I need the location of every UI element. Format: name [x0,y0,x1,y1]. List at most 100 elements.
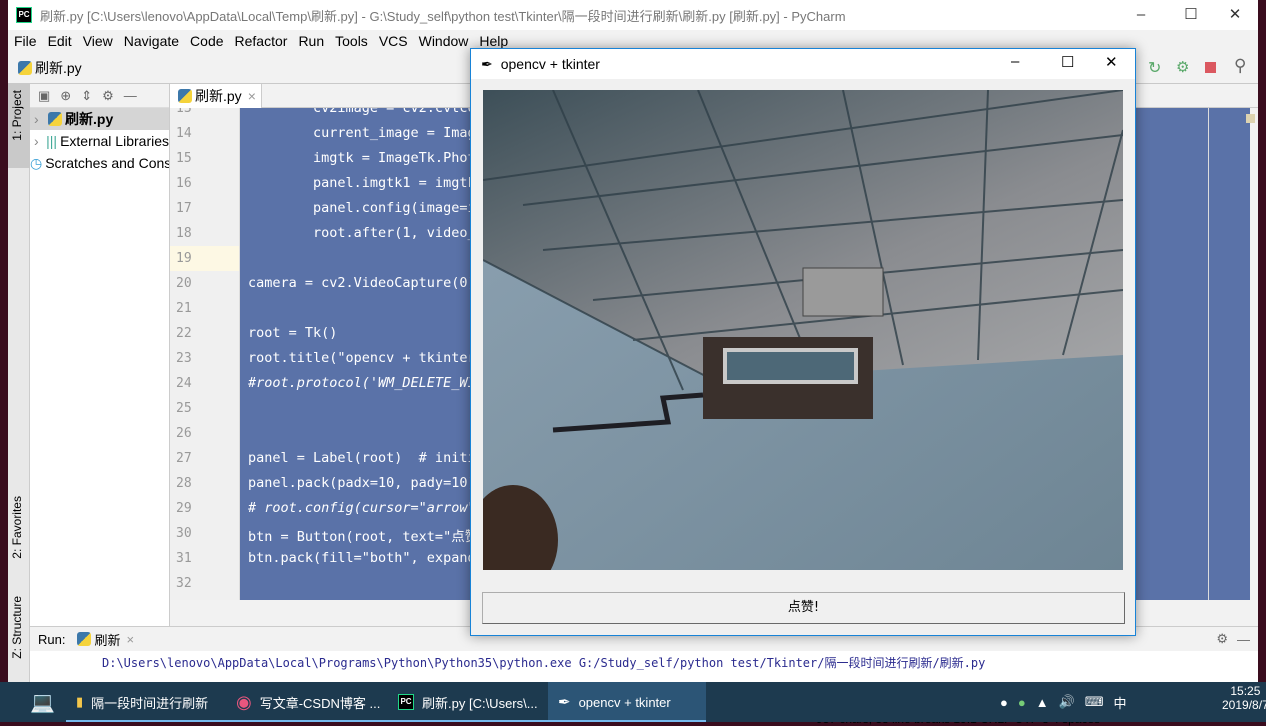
taskbar-item-explorer[interactable]: ▮ 隔一段时间进行刷新 [66,682,226,722]
code-line: btn = Button(root, text="点赞 [248,529,479,545]
tree-item[interactable]: ◷Scratches and Consoles [30,152,169,174]
menu-run[interactable]: Run [298,33,324,49]
menu-edit[interactable]: Edit [48,33,72,49]
gear-icon[interactable]: ⚙ [102,88,114,104]
hide-icon[interactable]: — [124,88,137,103]
maximize-button[interactable]: ☐ [1168,0,1214,30]
project-toolbar: ▣ ⊕ ⇕ ⚙ — [30,84,169,108]
tree-item[interactable]: › 刷新.py [30,108,169,130]
library-icon: ||| [46,133,58,149]
code-line: current_image = Imag [248,125,476,141]
menu-refactor[interactable]: Refactor [235,33,288,49]
line-number: 29 [176,501,192,516]
clock[interactable]: 15:25 2019/8/7 [1222,684,1266,712]
system-tray[interactable]: ● ● ▲ 🔊 ⌨ 中 [990,682,1127,722]
code-line: panel.config(image=i [248,200,476,216]
menu-file[interactable]: File [14,33,37,49]
python-icon [77,632,92,646]
line-number: 20 [176,276,192,291]
collapse-view-icon[interactable]: ▣ [38,88,50,104]
code-line: panel = Label(root) # initi [248,450,476,466]
menu-navigate[interactable]: Navigate [124,33,179,49]
tk-title-bar: ✒ opencv + tkinter – ☐ ✕ [471,49,1135,79]
line-number: 27 [176,451,192,466]
collapse-all-icon[interactable]: ⇕ [81,88,92,104]
stop-icon[interactable] [1205,62,1216,73]
line-number: 32 [176,576,192,591]
pycharm-logo: PC [16,7,32,23]
code-line: camera = cv2.VideoCapture(0) [248,275,476,291]
line-number: 23 [176,351,192,366]
run-output: D:\Users\lenovo\AppData\Local\Programs\P… [102,656,986,670]
tk-window: ✒ opencv + tkinter – ☐ ✕ 点赞! [470,48,1136,636]
code-line: cv2image = cv2.cvtco [248,108,476,116]
tab-refresh-py[interactable]: 刷新.py × [170,84,262,108]
hide-icon[interactable]: — [1237,632,1250,647]
code-line: root = Tk() [248,325,338,341]
line-number: 14 [176,126,192,141]
tool-window-stripe: 1: Project 2: Favorites Z: Structure [8,84,30,682]
nav-file[interactable]: 刷新.py [35,58,82,78]
line-number: 17 [176,201,192,216]
structure-tool-button[interactable]: Z: Structure [10,596,24,659]
code-line: panel.imgtk1 = imgtk [248,175,476,191]
taskbar: 💻 ▮ 隔一段时间进行刷新 ◉ 写文章-CSDN博客 ... PC 刷新.py [C:… [0,682,1266,722]
code-line: imgtk = ImageTk.Phot [248,150,476,166]
line-number: 15 [176,151,192,166]
inspection-marker[interactable] [1246,114,1255,123]
gear-icon[interactable]: ⚙ [1216,631,1228,647]
menu-vcs[interactable]: VCS [379,33,408,49]
line-number: 25 [176,401,192,416]
line-number: 16 [176,176,192,191]
close-button[interactable]: ✕ [1105,53,1118,71]
code-line: # root.config(cursor="arrow" [248,500,476,516]
line-number: 22 [176,326,192,341]
code-line: panel.pack(padx=10, pady=10) [248,475,476,491]
python-folder-icon [48,112,62,126]
camera-image [483,90,1123,570]
project-tool-button[interactable]: 1: Project [10,90,24,141]
menu-help[interactable]: Help [479,33,508,49]
rerun-icon[interactable]: ↻ [1148,58,1161,78]
taskbar-item-pycharm[interactable]: PC 刷新.py [C:\Users\... [388,682,548,722]
line-number: 13 [176,108,192,116]
taskbar-item-browser[interactable]: ◉ 写文章-CSDN博客 ... [226,682,388,722]
favorites-tool-button[interactable]: 2: Favorites [10,496,24,559]
close-run-tab-icon[interactable]: × [126,632,134,647]
taskbar-item-tk[interactable]: ✒ opencv + tkinter [548,682,706,722]
like-button[interactable]: 点赞! [482,592,1125,624]
menu-code[interactable]: Code [190,33,223,49]
search-icon[interactable]: ⚲ [1234,56,1246,76]
minimize-button[interactable]: – [1011,53,1019,70]
maximize-button[interactable]: ☐ [1061,53,1074,71]
close-tab-icon[interactable]: × [248,88,256,104]
line-number: 21 [176,301,192,316]
window-title: 刷新.py [C:\Users\lenovo\AppData\Local\Tem… [40,8,846,24]
line-number: 31 [176,551,192,566]
menu-tools[interactable]: Tools [335,33,368,49]
run-label: Run: [38,631,66,647]
debug-icon[interactable]: ⚙ [1176,58,1189,76]
title-bar: PC 刷新.py [C:\Users\lenovo\AppData\Local\… [8,0,1258,30]
feather-icon: ✒ [481,55,493,72]
tree-item[interactable]: › ||| External Libraries [30,130,169,152]
menu-window[interactable]: Window [419,33,469,49]
line-number: 28 [176,476,192,491]
right-margin [1208,108,1209,600]
menu-view[interactable]: View [83,33,113,49]
line-number: 30 [176,526,192,541]
run-tab[interactable]: 刷新 [94,630,120,649]
locate-icon[interactable]: ⊕ [60,88,71,104]
project-panel: ▣ ⊕ ⇕ ⚙ — › 刷新.py › ||| External Libraries … [30,84,170,626]
close-button[interactable]: ✕ [1212,0,1258,30]
minimize-button[interactable]: – [1118,0,1164,30]
python-file-icon [18,60,32,75]
line-number: 19 [176,251,192,266]
line-number: 26 [176,426,192,441]
code-line: #root.protocol('WM_DELETE_WI [248,375,476,391]
code-line: btn.pack(fill="both", expand [248,550,476,566]
code-line: root.title("opencv + tkinter [248,350,476,366]
code-line: root.after(1, video_ [248,225,476,241]
python-file-icon [178,89,192,103]
line-number: 18 [176,226,192,241]
